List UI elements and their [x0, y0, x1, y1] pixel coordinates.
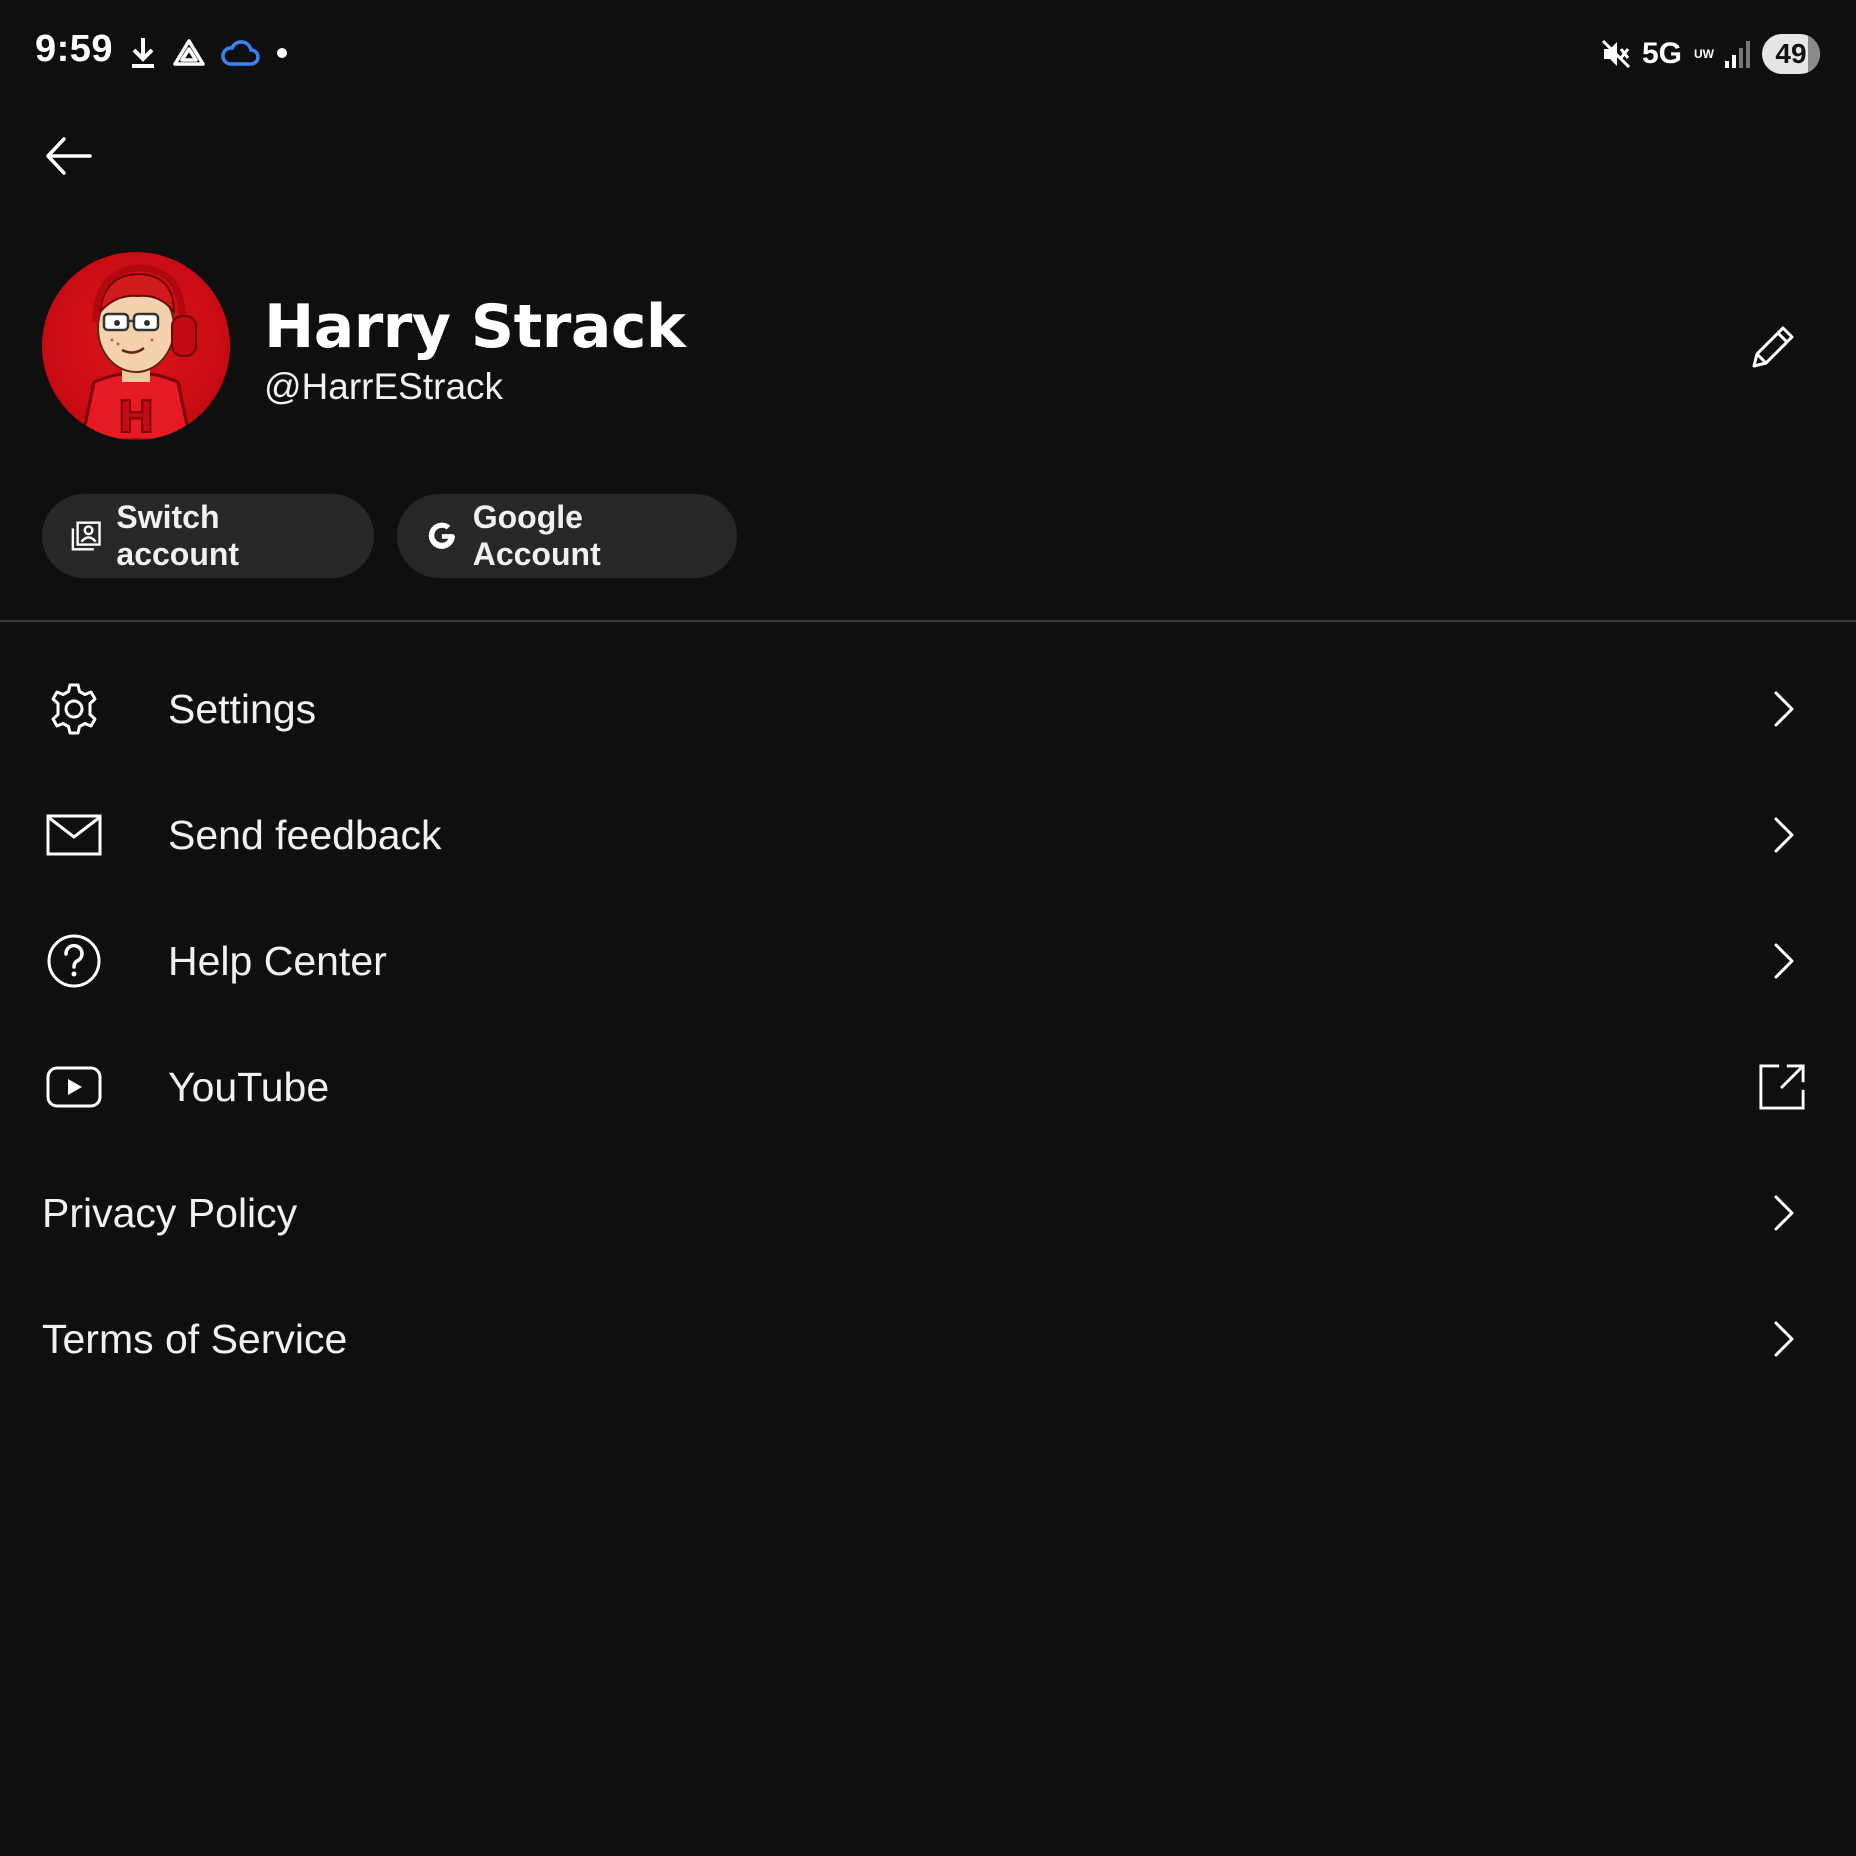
network-sub-label: UW — [1694, 47, 1714, 61]
svg-text:H: H — [118, 392, 155, 440]
download-icon — [128, 36, 158, 70]
mail-icon — [46, 807, 102, 863]
status-icons-left — [128, 36, 290, 70]
profile-handle: @HarrEStrack — [264, 366, 504, 407]
menu-item-settings[interactable]: Settings — [0, 646, 1856, 772]
edit-profile-button[interactable] — [1746, 320, 1800, 374]
help-icon — [46, 933, 102, 989]
menu-item-label: Help Center — [168, 937, 387, 984]
menu-item-label: Terms of Service — [42, 1315, 348, 1362]
network-label: 5G — [1641, 37, 1682, 70]
menu-item-help-center[interactable]: Help Center — [0, 898, 1856, 1024]
chevron-right-icon — [1758, 811, 1806, 859]
cloud-icon — [220, 39, 260, 67]
battery-indicator: 49 — [1762, 34, 1820, 74]
menu-item-label: YouTube — [168, 1063, 330, 1110]
switch-account-button[interactable]: Switch account — [42, 494, 374, 578]
notification-dot-icon — [274, 45, 290, 61]
drive-icon — [172, 38, 206, 68]
status-time: 9:59 — [35, 28, 114, 70]
signal-icon — [1724, 39, 1752, 69]
chevron-right-icon — [1758, 1315, 1806, 1363]
youtube-icon — [46, 1059, 102, 1115]
switch-account-label: Switch account — [116, 499, 240, 572]
back-button[interactable] — [40, 128, 112, 188]
chevron-right-icon — [1758, 937, 1806, 985]
switch-account-icon — [71, 521, 101, 551]
profile-name: Harry Strack — [264, 292, 686, 362]
google-account-label: Google Account — [472, 499, 601, 572]
menu-item-label: Send feedback — [168, 811, 442, 858]
chevron-right-icon — [1758, 685, 1806, 733]
chevron-right-icon — [1758, 1189, 1806, 1237]
google-account-button[interactable]: Google Account — [397, 494, 737, 578]
google-icon — [428, 522, 455, 549]
section-divider — [0, 620, 1856, 622]
menu-item-label: Privacy Policy — [42, 1189, 298, 1236]
menu-item-terms-of-service[interactable]: Terms of Service — [0, 1276, 1856, 1402]
gear-icon — [46, 681, 102, 737]
external-link-icon — [1758, 1063, 1806, 1111]
mute-icon — [1600, 38, 1632, 70]
menu-item-send-feedback[interactable]: Send feedback — [0, 772, 1856, 898]
menu-item-privacy-policy[interactable]: Privacy Policy — [0, 1150, 1856, 1276]
arrow-left-icon — [46, 137, 92, 175]
menu-item-label: Settings — [168, 685, 317, 732]
avatar[interactable]: H — [42, 252, 230, 440]
pencil-icon — [1752, 326, 1794, 368]
menu-item-youtube[interactable]: YouTube — [0, 1024, 1856, 1150]
avatar-cartoon-icon: H — [80, 264, 197, 440]
status-icons-right: 5G UW 49 — [1600, 34, 1820, 74]
